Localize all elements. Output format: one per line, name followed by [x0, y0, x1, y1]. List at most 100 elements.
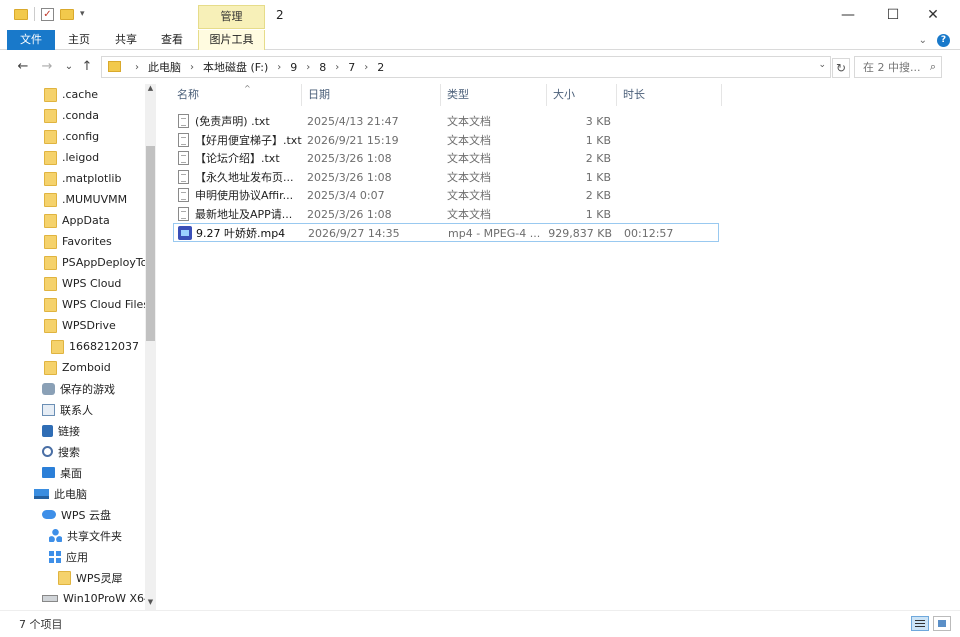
- sidebar-item-1668212037[interactable]: 1668212037: [51, 336, 139, 357]
- minimize-button[interactable]: —: [833, 4, 863, 26]
- breadcrumb-separator-icon[interactable]: ›: [306, 62, 310, 73]
- column-header-date[interactable]: 日期: [302, 84, 441, 106]
- sidebar-item-leigod[interactable]: .leigod: [44, 147, 99, 168]
- text-file-icon: [178, 151, 189, 165]
- sidebar-item-matplotlib[interactable]: .matplotlib: [44, 168, 121, 189]
- file-name: (免责声明) .txt: [195, 115, 270, 128]
- tab-share[interactable]: 共享: [115, 30, 137, 50]
- sidebar-item-wpsdrive[interactable]: WPSDrive: [44, 315, 116, 336]
- properties-icon[interactable]: ✓: [41, 7, 54, 21]
- sidebar-item-contacts[interactable]: 联系人: [42, 399, 93, 420]
- context-tab-manage[interactable]: 管理: [198, 5, 265, 29]
- new-folder-icon[interactable]: [60, 8, 74, 20]
- file-name: 申明使用协议Affir...: [195, 189, 294, 202]
- toolbar-divider: [34, 7, 35, 21]
- sidebar-item-wps-cloud[interactable]: WPS Cloud: [44, 273, 121, 294]
- file-duration: [623, 112, 693, 131]
- column-header-size[interactable]: 大小: [547, 84, 617, 106]
- file-row-selected[interactable]: 9.27 叶娇娇.mp4 2026/9/27 14:35 mp4 - MPEG-…: [173, 223, 719, 242]
- sidebar-item-apps[interactable]: 应用: [49, 546, 88, 567]
- breadcrumb-item-this-pc[interactable]: 此电脑: [148, 59, 181, 75]
- folder-icon: [51, 339, 64, 354]
- sidebar-item-psappdeploy[interactable]: PSAppDeployTo: [44, 252, 147, 273]
- sidebar-item-wps-cloud-files[interactable]: WPS Cloud Files: [44, 294, 149, 315]
- column-header-duration[interactable]: 时长: [617, 84, 722, 106]
- folder-icon: [44, 108, 57, 123]
- tab-view[interactable]: 查看: [161, 30, 183, 50]
- folder-icon[interactable]: [14, 8, 28, 20]
- navigation-pane[interactable]: .cache .conda .config .leigod .matplotli…: [8, 84, 156, 610]
- scrollbar-thumb[interactable]: [146, 146, 155, 341]
- sidebar-item-searches[interactable]: 搜索: [42, 441, 80, 462]
- sidebar-item-this-pc[interactable]: 此电脑: [34, 483, 87, 504]
- file-row[interactable]: 最新地址及APP请... 2025/3/26 1:08 文本文档 1 KB: [173, 205, 719, 224]
- address-dropdown-chevron-icon[interactable]: ⌄: [818, 60, 826, 70]
- breadcrumb-separator-icon[interactable]: ›: [190, 62, 194, 73]
- up-button[interactable]: ↑: [78, 58, 96, 76]
- maximize-button[interactable]: ☐: [878, 4, 908, 26]
- breadcrumb-item-2[interactable]: 2: [377, 61, 384, 74]
- window-title: 2: [276, 8, 284, 22]
- breadcrumb-item-drive-f[interactable]: 本地磁盘 (F:): [203, 59, 268, 75]
- sidebar-item-favorites[interactable]: Favorites: [44, 231, 112, 252]
- expand-ribbon-chevron-icon[interactable]: ⌄: [919, 35, 927, 46]
- sidebar-item-label: 保存的游戏: [60, 382, 115, 396]
- sidebar-item-mumuvmm[interactable]: .MUMUVMM: [44, 189, 127, 210]
- scroll-up-icon[interactable]: ▲: [145, 84, 156, 96]
- sidebar-item-desktop[interactable]: 桌面: [42, 462, 82, 483]
- sidebar-item-zomboid[interactable]: Zomboid: [44, 357, 111, 378]
- sidebar-item-label: WPS灵犀: [76, 571, 123, 585]
- scroll-down-icon[interactable]: ▼: [145, 598, 156, 610]
- file-list[interactable]: ^ 名称 日期 类型 大小 时长 (免责声明) .txt 2025/4/13 2…: [160, 84, 950, 610]
- file-type: 文本文档: [447, 115, 491, 128]
- breadcrumb-separator-icon[interactable]: ›: [277, 62, 281, 73]
- file-row[interactable]: 申明使用协议Affir... 2025/3/4 0:07 文本文档 2 KB: [173, 186, 719, 205]
- column-header-type[interactable]: 类型: [441, 84, 547, 106]
- file-row[interactable]: 【永久地址发布页... 2025/3/26 1:08 文本文档 1 KB: [173, 168, 719, 187]
- sidebar-item-links[interactable]: 链接: [42, 420, 80, 441]
- sidebar-item-conda[interactable]: .conda: [44, 105, 99, 126]
- sidebar-item-shared-folder[interactable]: 共享文件夹: [49, 525, 122, 546]
- sidebar-item-saved-games[interactable]: 保存的游戏: [42, 378, 115, 399]
- recent-locations-chevron-icon[interactable]: ⌄: [60, 58, 78, 76]
- file-date: 2026/9/21 15:19: [307, 133, 399, 147]
- tab-file[interactable]: 文件: [7, 30, 55, 50]
- address-bar[interactable]: › 此电脑 › 本地磁盘 (F:) › 9 › 8 › 7 › 2 ⌄: [101, 56, 831, 78]
- text-file-icon: [178, 188, 189, 202]
- cloud-icon: [42, 510, 56, 519]
- sidebar-item-appdata[interactable]: AppData: [44, 210, 110, 231]
- details-view-button[interactable]: [911, 616, 929, 631]
- sidebar-item-wps-lingxi[interactable]: WPS灵犀: [58, 567, 123, 588]
- breadcrumb-separator-icon[interactable]: ›: [135, 62, 139, 73]
- refresh-button[interactable]: ↻: [832, 58, 850, 78]
- search-icon[interactable]: ⌕: [930, 60, 936, 74]
- help-icon[interactable]: ?: [937, 34, 950, 47]
- back-button[interactable]: ←: [14, 58, 32, 76]
- file-row[interactable]: 【论坛介绍】.txt 2025/3/26 1:08 文本文档 2 KB: [173, 149, 719, 168]
- folder-icon: [44, 87, 57, 102]
- forward-button[interactable]: →: [38, 58, 56, 76]
- file-row[interactable]: 【好用便宜梯子】.txt 2026/9/21 15:19 文本文档 1 KB: [173, 131, 719, 150]
- sidebar-item-win10-drive[interactable]: Win10ProW X64: [42, 588, 151, 609]
- search-box[interactable]: ⌕: [854, 56, 942, 78]
- breadcrumb-item-8[interactable]: 8: [319, 61, 326, 74]
- large-icons-view-button[interactable]: [933, 616, 951, 631]
- breadcrumb-item-9[interactable]: 9: [290, 61, 297, 74]
- breadcrumb-item-7[interactable]: 7: [348, 61, 355, 74]
- file-type: 文本文档: [447, 207, 491, 221]
- sidebar-item-wps-cloud-drive[interactable]: WPS 云盘: [42, 504, 111, 525]
- close-button[interactable]: ✕: [918, 4, 948, 26]
- sidebar-item-cache[interactable]: .cache: [44, 84, 98, 105]
- sidebar-item-config[interactable]: .config: [44, 126, 99, 147]
- breadcrumb-separator-icon[interactable]: ›: [335, 62, 339, 73]
- file-name: 【论坛介绍】.txt: [195, 152, 280, 165]
- file-row[interactable]: (免责声明) .txt 2025/4/13 21:47 文本文档 3 KB: [173, 112, 719, 131]
- column-header-name[interactable]: ^ 名称: [171, 84, 302, 106]
- tab-home[interactable]: 主页: [68, 30, 90, 50]
- tab-picture-tools[interactable]: 图片工具: [198, 30, 265, 50]
- search-input[interactable]: [863, 60, 925, 74]
- navigation-scrollbar[interactable]: ▲ ▼: [145, 84, 156, 610]
- customize-toolbar-chevron-icon[interactable]: ▾: [80, 9, 85, 19]
- breadcrumb-separator-icon[interactable]: ›: [364, 62, 368, 73]
- file-size: 2 KB: [585, 152, 611, 165]
